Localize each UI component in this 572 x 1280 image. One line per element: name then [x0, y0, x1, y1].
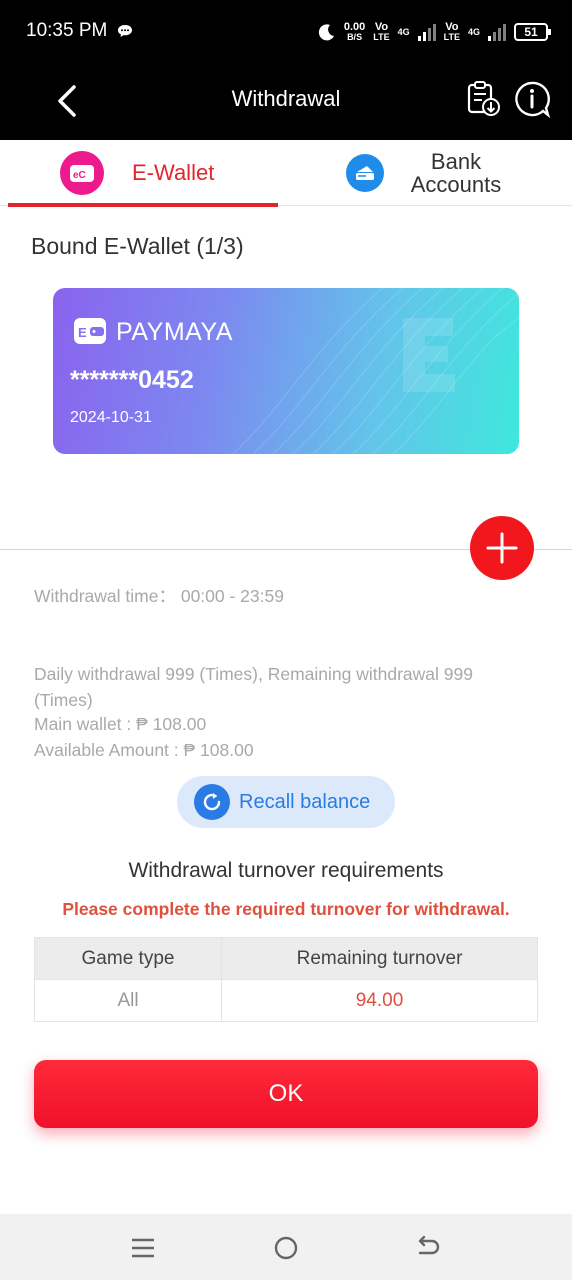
net-speed: 0.00 B/S [343, 21, 366, 43]
system-nav-bar [0, 1214, 572, 1280]
table-header-row: Game type Remaining turnover [34, 937, 538, 980]
active-tab-indicator [8, 203, 278, 207]
bank-card-icon [346, 154, 384, 192]
plus-icon [486, 532, 518, 564]
signal-icon [488, 23, 506, 41]
moon-icon [318, 24, 334, 41]
chat-bubble-icon [118, 25, 132, 37]
ok-button[interactable]: OK [34, 1060, 538, 1128]
sim1-lte: LTE [373, 32, 390, 42]
status-bar: 10:35 PM 0.00 B/S Vo LTE 4G Vo LTE 4G 51 [0, 0, 572, 62]
tab-e-wallet[interactable]: eC E-Wallet [8, 140, 278, 207]
net-speed-value: 0.00 [343, 21, 366, 33]
daily-withdrawal-info: Daily withdrawal 999 (Times), Remaining … [34, 664, 473, 710]
sim2-vo: Vo [445, 21, 459, 33]
sim1-volte: Vo LTE [373, 21, 390, 43]
table-row: All 94.00 [34, 979, 538, 1022]
svg-text:eC: eC [73, 170, 86, 181]
cell-game-type: All [34, 979, 222, 1022]
svg-text:E: E [78, 325, 87, 340]
e-wallet-icon: eC [60, 151, 104, 195]
recall-balance-button[interactable]: Recall balance [177, 776, 395, 828]
card-number: *******0452 [70, 366, 194, 394]
available-amount: Available Amount : ₱ 108.00 [34, 740, 254, 760]
column-header-remaining-turnover: Remaining turnover [221, 937, 538, 980]
sim2-net: 4G [467, 27, 480, 37]
card-brand: PAYMAYA [116, 318, 233, 346]
sim2-lte: LTE [443, 32, 460, 42]
e-wallet-card[interactable]: E PAYMAYA *******0452 2024-10-31 [53, 288, 519, 454]
bound-e-wallet-title: Bound E-Wallet (1/3) [31, 233, 244, 259]
e-wallet-icon: E [74, 318, 106, 344]
menu-icon[interactable] [129, 1234, 157, 1262]
sim1-network: 4G [398, 27, 410, 37]
refresh-icon [194, 784, 230, 820]
sim1-net: 4G [397, 27, 410, 37]
signal-icon [417, 23, 436, 41]
clipboard-history-icon[interactable] [464, 80, 502, 118]
turnover-warning: Please complete the required turnover fo… [62, 899, 510, 919]
app-header: Withdrawal [0, 62, 572, 140]
main-wallet-balance: Main wallet : ₱ 108.00 [34, 714, 207, 734]
net-speed-unit: B/S [347, 32, 363, 42]
tab-bank-accounts[interactable]: Bank Accounts [346, 140, 566, 206]
turnover-table: Game type Remaining turnover All 94.00 [34, 937, 538, 1022]
status-time: 10:35 PM [26, 20, 108, 41]
tab-e-wallet-label: E-Wallet [132, 160, 215, 185]
add-e-wallet-button[interactable] [470, 516, 534, 580]
back-arrow-icon[interactable] [415, 1234, 443, 1262]
sim1-vo: Vo [374, 21, 389, 33]
column-header-game-type: Game type [34, 937, 222, 980]
home-circle-icon[interactable] [272, 1234, 300, 1262]
sim2-network: 4G [468, 27, 480, 37]
battery-icon: 51 [514, 23, 551, 41]
info-icon[interactable] [513, 80, 551, 118]
turnover-title: Withdrawal turnover requirements [128, 859, 444, 882]
card-date: 2024-10-31 [70, 409, 152, 426]
sim2-volte: Vo LTE [443, 21, 460, 43]
cell-remaining-turnover: 94.00 [221, 979, 538, 1022]
withdrawal-time: Withdrawal time： 00:00 - 23:59 [34, 586, 284, 606]
tab-bank-accounts-label: Bank Accounts [410, 149, 502, 197]
recall-balance-label: Recall balance [239, 790, 371, 813]
payment-tabs: eC E-Wallet Bank Accounts [0, 140, 572, 207]
